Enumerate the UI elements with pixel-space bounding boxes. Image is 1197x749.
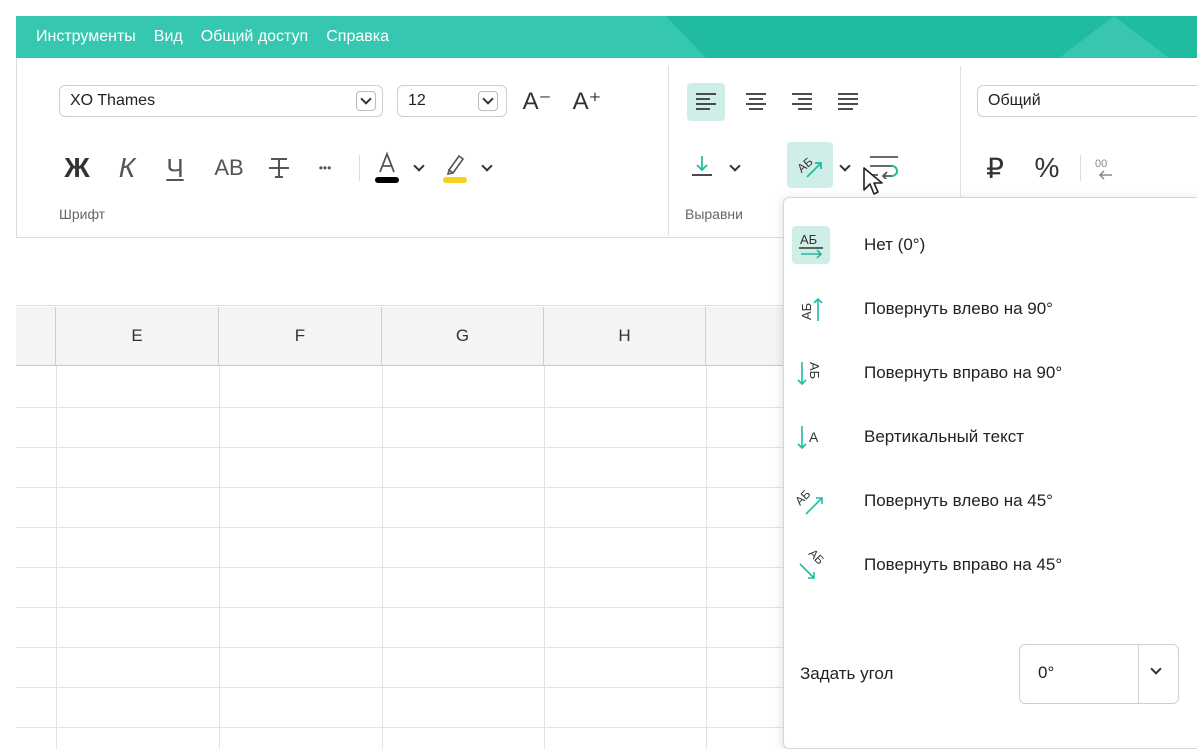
text-angle-none-icon: АБ [792,226,830,264]
font-size-select[interactable]: 12 [397,85,507,117]
svg-text:АБ: АБ [799,303,814,320]
font-color-icon[interactable] [367,146,407,190]
decrease-decimal-icon[interactable]: 00 [1089,148,1125,188]
menu-tools[interactable]: Инструменты [36,28,136,46]
orientation-none-item[interactable]: АБ Нет (0°) [784,213,1197,277]
rotate-down-item[interactable]: АБ Повернуть вправо на 90° [784,341,1197,405]
strikethrough-icon[interactable] [261,148,297,188]
decrease-font-button[interactable]: A⁻ [517,83,557,119]
orientation-none-label: Нет (0°) [864,235,926,254]
column-header-partial[interactable] [16,307,56,366]
vertical-align-bottom-icon[interactable] [685,146,719,186]
menubar-decoration [1059,16,1169,58]
number-format-value: Общий [988,92,1041,109]
align-right-icon[interactable] [783,83,821,121]
mouse-cursor-icon [862,166,884,201]
svg-text:АБ: АБ [807,362,822,379]
rotate-up-icon: АБ [792,290,830,328]
more-options-button[interactable]: ••• [307,148,343,188]
chevron-down-icon[interactable] [835,158,855,178]
svg-text:АБ: АБ [806,550,826,567]
align-center-icon[interactable] [737,83,775,121]
alignment-group-label: Выравни [685,206,743,222]
vertical-text-label: Вертикальный текст [864,427,1024,446]
rotate-ccw-45-label: Повернуть влево на 45° [864,491,1053,510]
rotate-down-icon: АБ [792,354,830,392]
angle-value: 0° [1038,663,1055,682]
rotate-down-label: Повернуть вправо на 90° [864,363,1063,382]
angle-input[interactable]: 0° [1019,644,1179,704]
group-separator [668,66,669,236]
svg-text:АБ: АБ [796,487,813,508]
svg-text:АБ: АБ [800,232,817,247]
vertical-text-icon: A [792,418,830,456]
angle-input-divider [1138,645,1139,703]
angle-counterclockwise-icon: АБ [792,482,830,520]
chevron-down-icon[interactable] [356,91,376,111]
bold-button[interactable]: Ж [59,148,95,188]
text-orientation-icon[interactable]: АБ [787,142,833,188]
chevron-down-icon[interactable] [725,158,745,178]
justify-icon[interactable] [829,83,867,121]
column-header-h[interactable]: H [544,307,706,366]
font-size-value: 12 [408,92,426,109]
chevron-down-icon[interactable] [478,91,498,111]
rotate-cw-45-item[interactable]: АБ Повернуть вправо на 45° [784,533,1197,597]
divider [359,155,360,181]
chevron-down-icon[interactable] [1150,663,1162,675]
svg-text:A: A [809,429,819,445]
column-header-g[interactable]: G [382,307,544,366]
menu-bar: Инструменты Вид Общий доступ Справка [16,16,1197,58]
text-orientation-dropdown: АБ Нет (0°) АБ Повернуть влево на 90° АБ… [783,197,1197,749]
font-name-select[interactable]: XO Thames [59,85,383,117]
menu-help[interactable]: Справка [326,28,389,46]
increase-font-button[interactable]: A⁺ [567,83,607,119]
rotate-ccw-45-item[interactable]: АБ Повернуть влево на 45° [784,469,1197,533]
number-format-select[interactable]: Общий [977,85,1197,117]
rotate-up-label: Повернуть влево на 90° [864,299,1053,318]
chevron-down-icon[interactable] [409,158,429,178]
rotate-cw-45-label: Повернуть вправо на 45° [864,555,1063,574]
align-left-icon[interactable] [687,83,725,121]
menu-view[interactable]: Вид [154,28,183,46]
angle-clockwise-icon: АБ [792,546,830,584]
italic-button[interactable]: К [109,148,145,188]
chevron-down-icon[interactable] [477,158,497,178]
menu-sharing[interactable]: Общий доступ [201,28,309,46]
column-header-f[interactable]: F [219,307,382,366]
column-header-e[interactable]: E [56,307,219,366]
percent-button[interactable]: % [1025,146,1069,190]
set-angle-label: Задать угол [800,664,894,683]
rotate-up-item[interactable]: АБ Повернуть влево на 90° [784,277,1197,341]
svg-text:00: 00 [1095,158,1107,170]
caps-button[interactable]: АВ [207,148,251,188]
font-name-value: XO Thames [70,92,156,109]
underline-button[interactable]: Ч [157,148,193,188]
highlight-color-icon[interactable] [435,146,475,190]
vertical-text-item[interactable]: A Вертикальный текст [784,405,1197,469]
currency-button[interactable]: ₽ [977,146,1013,190]
divider [1080,155,1081,181]
font-group-label: Шрифт [59,206,106,222]
